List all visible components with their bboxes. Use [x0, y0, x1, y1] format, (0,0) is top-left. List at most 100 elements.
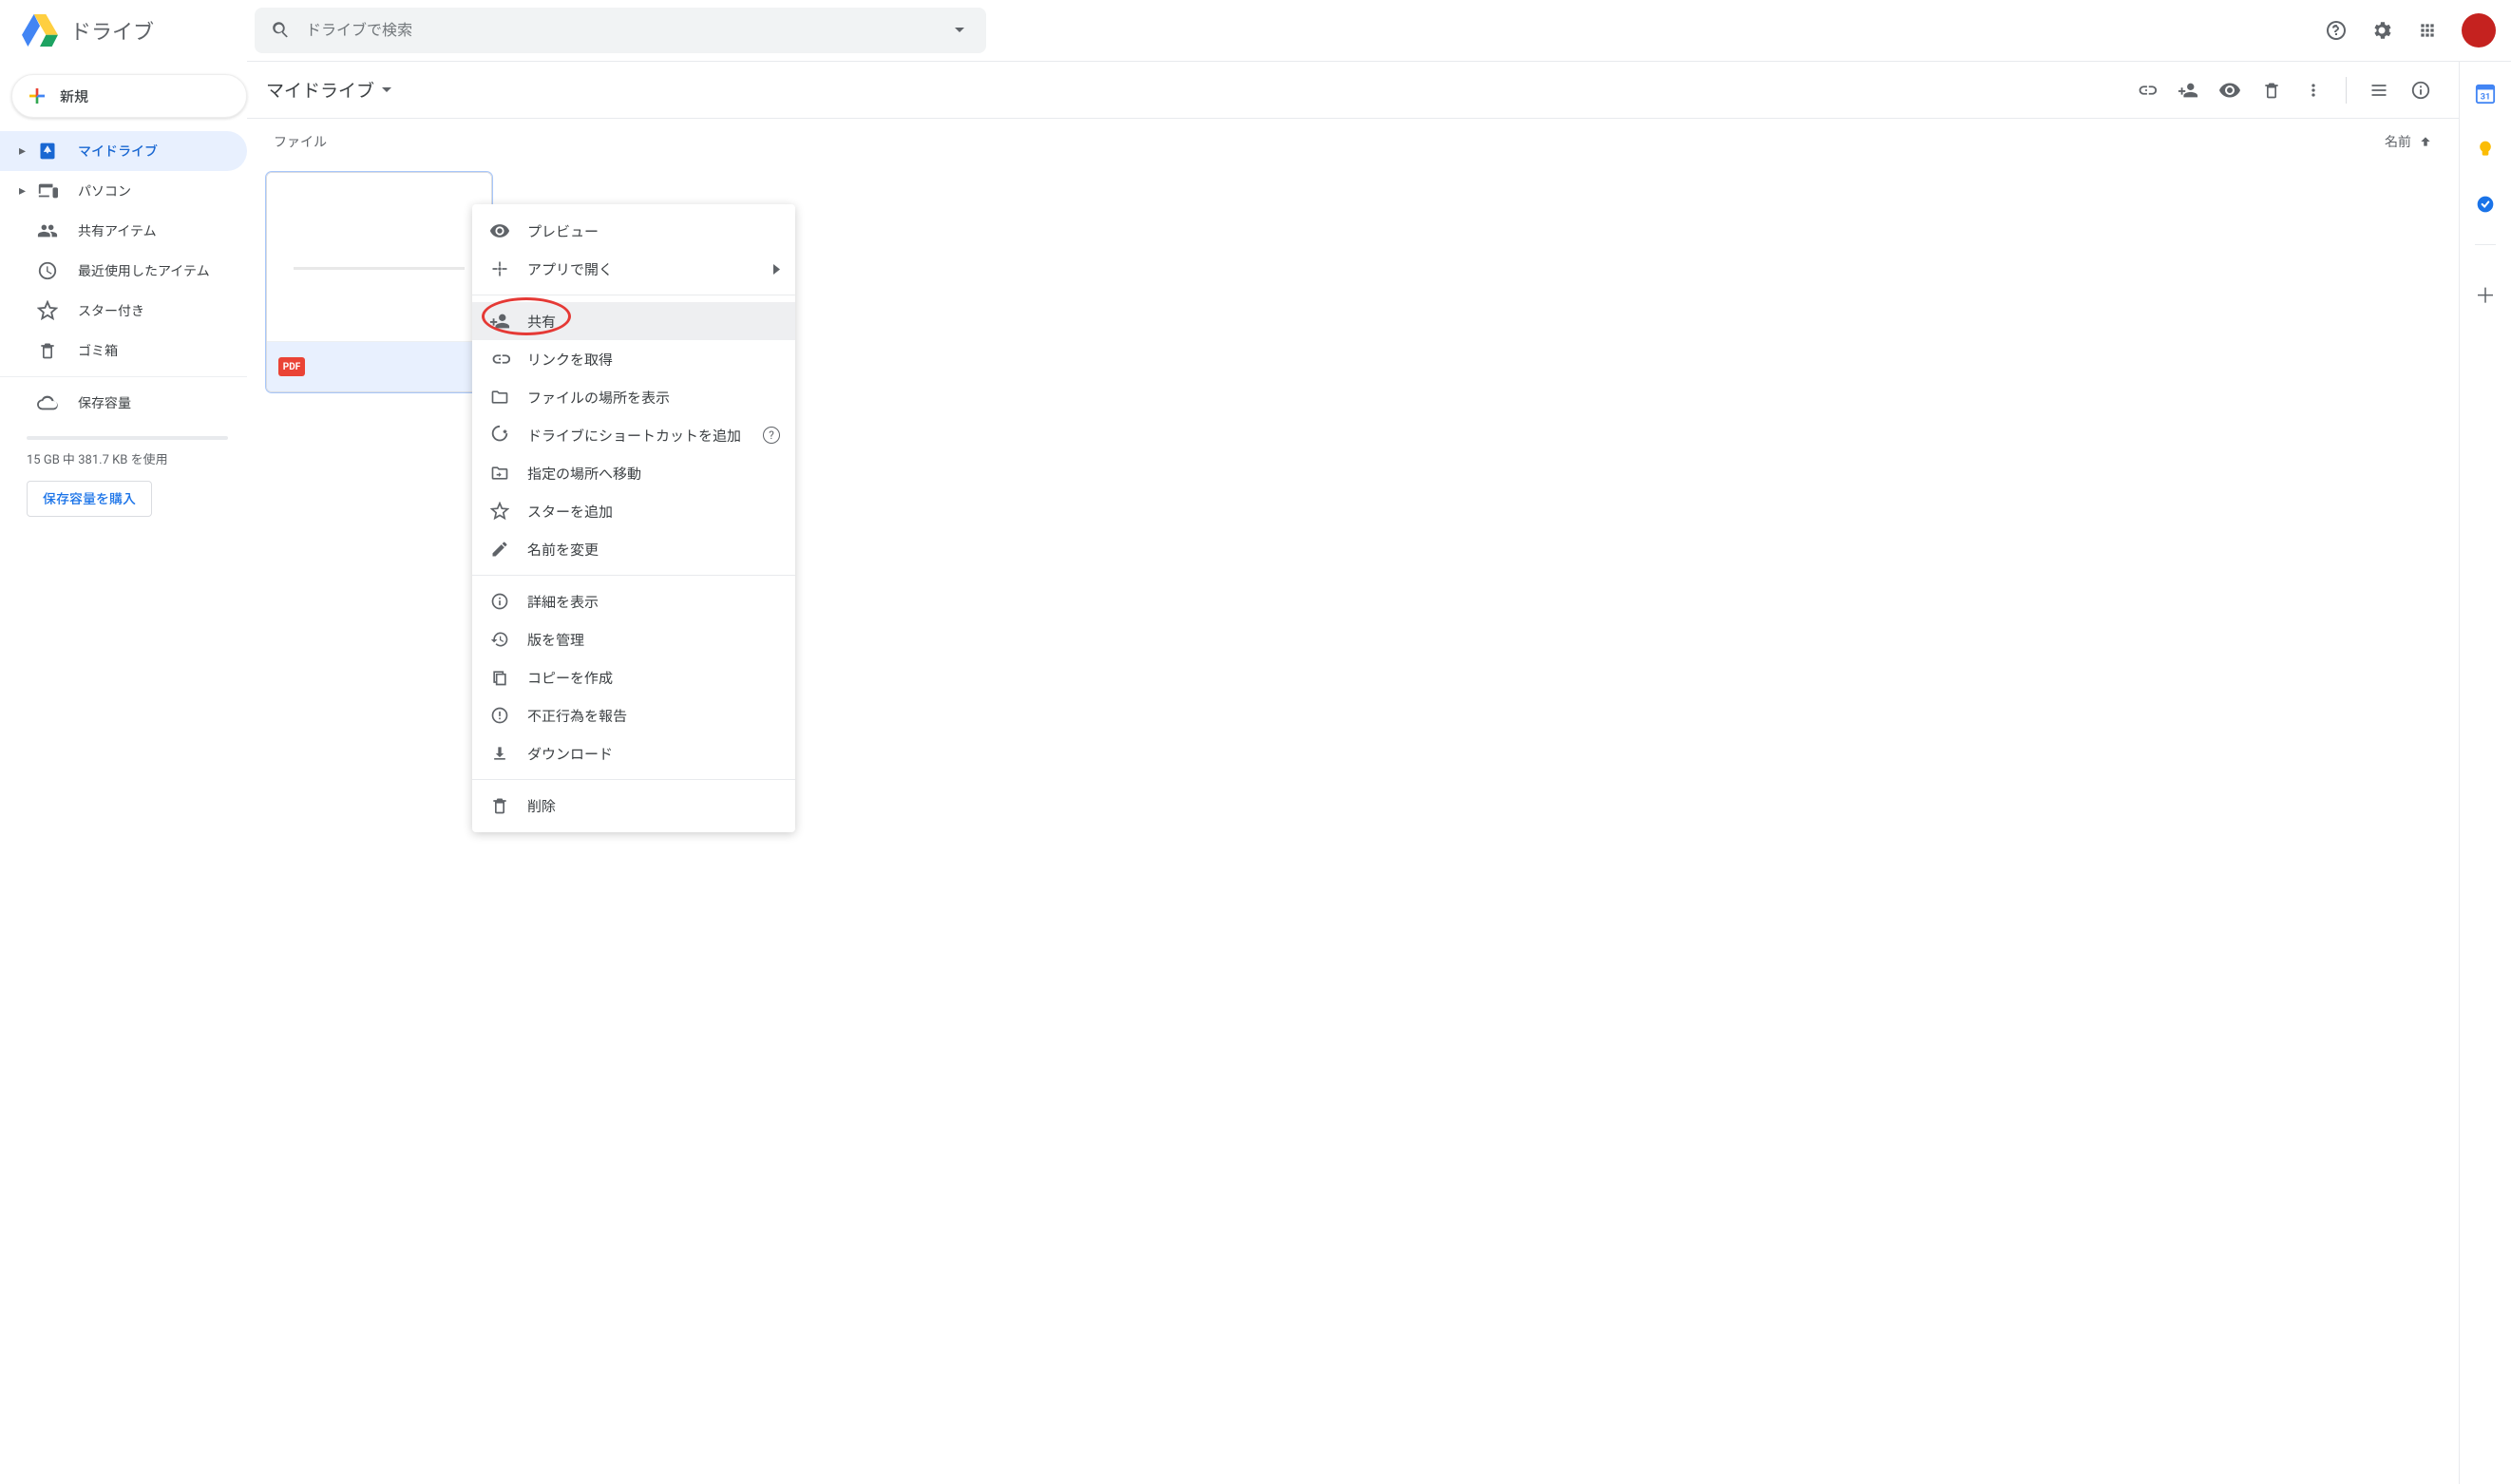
menu-item-label: リンクを取得 — [527, 350, 613, 370]
trash-icon — [489, 795, 510, 816]
menu-item-rename[interactable]: 名前を変更 — [472, 530, 795, 568]
more-button[interactable] — [2294, 71, 2332, 109]
menu-item-link[interactable]: リンクを取得 — [472, 340, 795, 378]
storage-section: 15 GB 中 381.7 KB を使用 保存容量を購入 — [0, 423, 247, 517]
nav-label: 共有アイテム — [78, 221, 157, 240]
apps-grid-icon — [2418, 21, 2437, 40]
cloud-icon — [36, 391, 59, 414]
menu-item-move[interactable]: 指定の場所へ移動 — [472, 454, 795, 492]
person-add-icon — [489, 311, 510, 332]
calendar-icon: 31 — [2475, 84, 2496, 105]
list-view-icon — [2369, 81, 2388, 100]
details-button[interactable] — [2402, 71, 2440, 109]
gear-icon — [2370, 19, 2393, 42]
section-label: ファイル — [274, 132, 327, 151]
nav-label: マイドライブ — [78, 142, 158, 161]
menu-item-label: ダウンロード — [527, 744, 613, 764]
info-icon — [2410, 80, 2431, 101]
buy-storage-button[interactable]: 保存容量を購入 — [27, 481, 152, 517]
nav-label: パソコン — [78, 181, 131, 200]
menu-item-folder[interactable]: ファイルの場所を表示 — [472, 378, 795, 416]
files-grid: PDF プレビューアプリで開く共有リンクを取得ファイルの場所を表示ドライブにショ… — [247, 164, 2459, 400]
menu-item-copy[interactable]: コピーを作成 — [472, 658, 795, 696]
trash-icon — [36, 339, 59, 362]
menu-item-eye[interactable]: プレビュー — [472, 212, 795, 250]
sort-toggle[interactable]: 名前 — [2385, 132, 2432, 151]
header-actions — [2317, 11, 2503, 49]
plus-multicolor-icon — [26, 85, 48, 107]
list-header: ファイル 名前 — [247, 119, 2459, 164]
settings-button[interactable] — [2363, 11, 2401, 49]
search-bar[interactable] — [255, 8, 986, 53]
link-icon — [489, 349, 510, 370]
menu-item-label: スターを追加 — [527, 502, 613, 522]
menu-item-report[interactable]: 不正行為を報告 — [472, 696, 795, 734]
menu-item-person-add[interactable]: 共有 — [472, 302, 795, 340]
search-options-button[interactable] — [941, 11, 979, 49]
apps-button[interactable] — [2408, 11, 2446, 49]
file-card[interactable]: PDF — [266, 172, 492, 392]
nav-my-drive[interactable]: ▸ マイドライブ — [0, 131, 247, 171]
tasks-icon — [2476, 195, 2495, 214]
nav-computers[interactable]: ▸ パソコン — [0, 171, 247, 211]
get-link-button[interactable] — [2127, 71, 2165, 109]
expand-icon[interactable]: ▸ — [19, 143, 30, 159]
folder-path-button[interactable]: マイドライブ — [266, 77, 391, 103]
download-icon — [489, 743, 510, 764]
menu-item-star[interactable]: スターを追加 — [472, 492, 795, 530]
view-list-button[interactable] — [2360, 71, 2398, 109]
eye-icon — [489, 220, 510, 241]
preview-button[interactable] — [2211, 71, 2249, 109]
menu-item-label: 不正行為を報告 — [527, 706, 627, 726]
tasks-app-button[interactable] — [2466, 185, 2504, 223]
folder-icon — [489, 387, 510, 408]
nav-starred[interactable]: スター付き — [0, 291, 247, 331]
new-button-label: 新規 — [60, 86, 88, 106]
nav-trash[interactable]: ゴミ箱 — [0, 331, 247, 371]
logo-section[interactable]: ドライブ — [8, 10, 255, 51]
help-icon[interactable]: ? — [763, 427, 780, 444]
delete-button[interactable] — [2253, 71, 2291, 109]
menu-item-open[interactable]: アプリで開く — [472, 250, 795, 288]
menu-item-label: 版を管理 — [527, 630, 584, 650]
drive-logo-icon — [19, 10, 61, 51]
menu-item-label: ドライブにショートカットを追加 — [527, 426, 741, 446]
plus-icon: ＋ — [2475, 279, 2496, 310]
nav-recent[interactable]: 最近使用したアイテム — [0, 251, 247, 291]
nav-storage[interactable]: 保存容量 — [0, 383, 247, 423]
app-name: ドライブ — [70, 15, 154, 46]
person-add-icon — [2178, 80, 2198, 101]
pdf-icon: PDF — [278, 357, 305, 376]
storage-bar — [27, 436, 228, 440]
expand-icon[interactable]: ▸ — [19, 183, 30, 199]
storage-usage-text: 15 GB 中 381.7 KB を使用 — [27, 449, 228, 467]
new-button[interactable]: 新規 — [11, 74, 247, 118]
link-icon — [2136, 80, 2157, 101]
menu-item-label: プレビュー — [527, 221, 599, 241]
nav-label: スター付き — [78, 301, 144, 320]
calendar-app-button[interactable]: 31 — [2466, 75, 2504, 113]
menu-item-label: 指定の場所へ移動 — [527, 464, 641, 484]
menu-item-download[interactable]: ダウンロード — [472, 734, 795, 772]
share-button[interactable] — [2169, 71, 2207, 109]
drive-icon — [36, 140, 59, 162]
menu-item-label: 名前を変更 — [527, 540, 599, 560]
history-icon — [489, 629, 510, 650]
menu-item-label: アプリで開く — [527, 259, 613, 279]
menu-item-trash[interactable]: 削除 — [472, 787, 795, 825]
search-input[interactable] — [300, 21, 941, 39]
star-icon — [489, 501, 510, 522]
account-avatar[interactable] — [2462, 13, 2496, 48]
nav-shared[interactable]: 共有アイテム — [0, 211, 247, 251]
caret-down-icon — [955, 28, 964, 32]
arrow-up-icon — [2419, 135, 2432, 148]
selection-actions — [2127, 71, 2440, 109]
support-button[interactable] — [2317, 11, 2355, 49]
menu-item-info[interactable]: 詳細を表示 — [472, 582, 795, 620]
menu-item-shortcut[interactable]: ドライブにショートカットを追加? — [472, 416, 795, 454]
search-button[interactable] — [262, 11, 300, 49]
add-panel-app-button[interactable]: ＋ — [2466, 276, 2504, 314]
keep-app-button[interactable] — [2466, 130, 2504, 168]
menu-item-history[interactable]: 版を管理 — [472, 620, 795, 658]
menu-item-label: 共有 — [527, 312, 556, 332]
